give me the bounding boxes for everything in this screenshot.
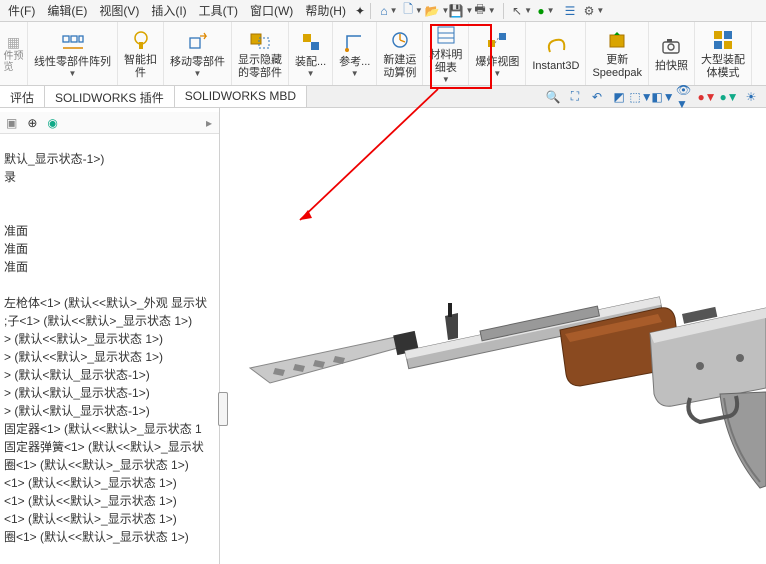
- move-component-icon: [186, 30, 210, 54]
- tree-item[interactable]: 准面: [0, 222, 219, 240]
- tree-item[interactable]: 准面: [0, 240, 219, 258]
- hide-show-icon[interactable]: 👁▼: [676, 88, 694, 106]
- speedpak-icon: [605, 28, 629, 52]
- graphics-viewport[interactable]: [220, 108, 766, 564]
- appearance-icon[interactable]: ●▼: [698, 88, 716, 106]
- tree-filter-icon[interactable]: ▣: [6, 116, 17, 130]
- ribbon-pin-icon[interactable]: ▦: [7, 34, 20, 51]
- ribbon-preview-label: 件预览: [4, 51, 24, 73]
- tree-item[interactable]: <1> (默认<<默认>_显示状态 1>): [0, 492, 219, 510]
- model-render: [220, 108, 766, 564]
- ribbon-move-component[interactable]: 移动零部件 ▼: [164, 22, 232, 85]
- smart-fastener-icon: [129, 28, 153, 52]
- ribbon-update-speedpak[interactable]: 更新 Speedpak: [586, 22, 649, 85]
- menu-bar: 件(F) 编辑(E) 视图(V) 插入(I) 工具(T) 窗口(W) 帮助(H)…: [0, 0, 766, 22]
- instant3d-icon: [544, 34, 568, 58]
- zoom-fit-icon[interactable]: 🔍: [544, 88, 562, 106]
- tree-item[interactable]: 圈<1> (默认<<默认>_显示状态 1>): [0, 456, 219, 474]
- bom-icon: [434, 23, 458, 47]
- menu-window[interactable]: 窗口(W): [244, 0, 299, 21]
- workspace: ▣ ⊕ ◉ ▸ 默认_显示状态-1>) 录 准面 准面 准面 左枪体<1> (默…: [0, 108, 766, 564]
- tree-item[interactable]: ;子<1> (默认<<默认>_显示状态 1>): [0, 312, 219, 330]
- menu-help[interactable]: 帮助(H): [299, 0, 352, 21]
- ribbon-toolbar: ▦ 件预览 线性零部件阵列 ▼ 智能扣 件 移动零部件 ▼ 显示隐藏 的零部件 …: [0, 22, 766, 86]
- tree-globe-icon[interactable]: ◉: [47, 116, 57, 130]
- motion-study-icon: [388, 28, 412, 52]
- home-icon[interactable]: ⌂▼: [381, 3, 397, 19]
- command-tabs: 评估 SOLIDWORKS 插件 SOLIDWORKS MBD 🔍 ⛶ ↶ ◩ …: [0, 86, 766, 108]
- tree-item[interactable]: 固定器<1> (默认<<默认>_显示状态 1: [0, 420, 219, 438]
- options-icon[interactable]: ☰: [562, 3, 578, 19]
- tab-evaluate[interactable]: 评估: [0, 86, 45, 107]
- tree-target-icon[interactable]: ⊕: [27, 116, 37, 130]
- tree-item[interactable]: 准面: [0, 258, 219, 276]
- tree-item[interactable]: > (默认<默认_显示状态-1>): [0, 366, 219, 384]
- ribbon-bom[interactable]: 材料明 细表 ▼: [423, 22, 469, 85]
- view-settings-icon[interactable]: ☀: [742, 88, 760, 106]
- ribbon-assembly[interactable]: 装配... ▼: [289, 22, 333, 85]
- tree-item[interactable]: 录: [0, 168, 219, 186]
- feature-tree-panel: ▣ ⊕ ◉ ▸ 默认_显示状态-1>) 录 准面 准面 准面 左枪体<1> (默…: [0, 108, 220, 564]
- heads-up-view-toolbar: 🔍 ⛶ ↶ ◩ ⬚▼ ◧▼ 👁▼ ●▼ ●▼ ☀: [544, 86, 766, 107]
- ribbon-snapshot[interactable]: 拍快照: [649, 22, 695, 85]
- tree-item[interactable]: > (默认<默认_显示状态-1>): [0, 384, 219, 402]
- print-icon[interactable]: 🖶▼: [477, 3, 493, 19]
- ribbon-linear-pattern[interactable]: 线性零部件阵列 ▼: [28, 22, 118, 85]
- tree-item[interactable]: > (默认<默认_显示状态-1>): [0, 402, 219, 420]
- menu-insert[interactable]: 插入(I): [145, 0, 192, 21]
- settings-icon[interactable]: ⚙▼: [586, 3, 602, 19]
- tree-item[interactable]: 圈<1> (默认<<默认>_显示状态 1>): [0, 528, 219, 546]
- tree-item[interactable]: 默认_显示状态-1>): [0, 150, 219, 168]
- zoom-area-icon[interactable]: ⛶: [566, 88, 584, 106]
- assembly-icon: [299, 30, 323, 54]
- show-hide-icon: [248, 28, 272, 52]
- display-style-icon[interactable]: ◧▼: [654, 88, 672, 106]
- tab-sw-addins[interactable]: SOLIDWORKS 插件: [45, 86, 175, 107]
- star-icon[interactable]: ✦: [352, 3, 368, 19]
- menu-view[interactable]: 视图(V): [93, 0, 145, 21]
- camera-icon: [659, 34, 683, 58]
- menu-edit[interactable]: 编辑(E): [41, 0, 93, 21]
- rebuild-icon[interactable]: ●▼: [538, 3, 554, 19]
- menu-tools[interactable]: 工具(T): [193, 0, 244, 21]
- splitter-handle[interactable]: [218, 392, 228, 426]
- exploded-view-icon: [485, 30, 509, 54]
- tree-header: ▣ ⊕ ◉ ▸: [0, 112, 220, 134]
- tree-item[interactable]: 固定器弹簧<1> (默认<<默认>_显示状: [0, 438, 219, 456]
- ribbon-large-assembly[interactable]: 大型装配 体模式: [695, 22, 752, 85]
- tree-item[interactable]: <1> (默认<<默认>_显示状态 1>): [0, 510, 219, 528]
- ribbon-smart-fastener[interactable]: 智能扣 件: [118, 22, 164, 85]
- reference-icon: [343, 30, 367, 54]
- save-icon[interactable]: 💾▼: [453, 3, 469, 19]
- tree-item[interactable]: 左枪体<1> (默认<<默认>_外观 显示状: [0, 294, 219, 312]
- linear-pattern-icon: [61, 30, 85, 54]
- tree-item[interactable]: <1> (默认<<默认>_显示状态 1>): [0, 474, 219, 492]
- ribbon-exploded-view[interactable]: 爆炸视图 ▼: [469, 22, 526, 85]
- prev-view-icon[interactable]: ↶: [588, 88, 606, 106]
- tree-item[interactable]: > (默认<<默认>_显示状态 1>): [0, 330, 219, 348]
- new-icon[interactable]: 🗋▼: [405, 3, 421, 19]
- large-assembly-icon: [711, 28, 735, 52]
- ribbon-show-hide[interactable]: 显示隐藏 的零部件: [232, 22, 289, 85]
- ribbon-label: 线性零部件阵列: [34, 56, 111, 69]
- pointer-icon[interactable]: ↖▼: [514, 3, 530, 19]
- ribbon-new-motion[interactable]: 新建运 动算例: [377, 22, 423, 85]
- ribbon-instant3d[interactable]: Instant3D: [526, 22, 586, 85]
- scene-icon[interactable]: ●▼: [720, 88, 738, 106]
- menu-file[interactable]: 件(F): [2, 0, 41, 21]
- section-view-icon[interactable]: ◩: [610, 88, 628, 106]
- ribbon-reference[interactable]: 参考... ▼: [333, 22, 377, 85]
- tab-sw-mbd[interactable]: SOLIDWORKS MBD: [175, 86, 307, 107]
- open-icon[interactable]: 📂▼: [429, 3, 445, 19]
- tree-item[interactable]: > (默认<<默认>_显示状态 1>): [0, 348, 219, 366]
- view-orientation-icon[interactable]: ⬚▼: [632, 88, 650, 106]
- tree-chevron-icon[interactable]: ▸: [206, 116, 220, 130]
